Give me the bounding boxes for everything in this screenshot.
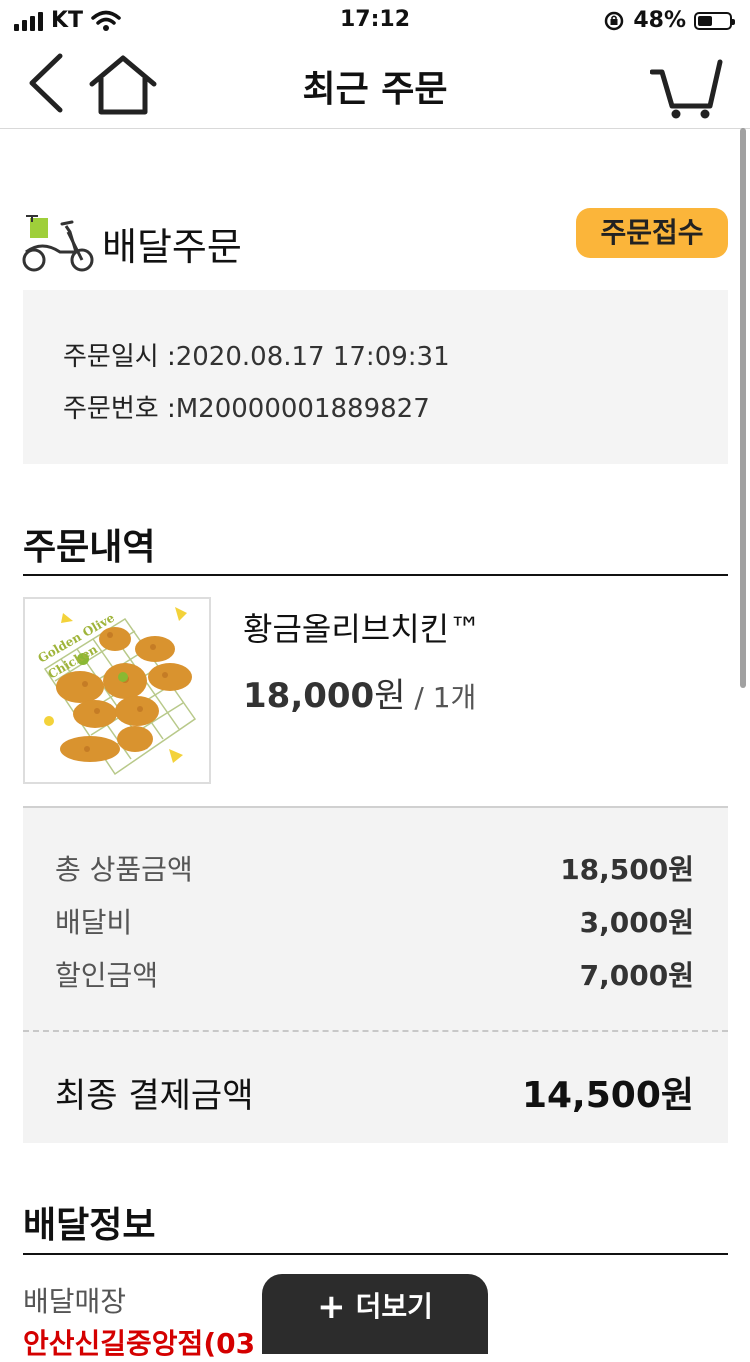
- battery-percent: 48%: [633, 8, 686, 33]
- product-price-unit: 원: [374, 676, 406, 716]
- order-type-row: 배달주문 주문접수: [22, 208, 728, 274]
- chicken-image: Golden Olive Chicken: [25, 599, 209, 782]
- dashed-divider: [23, 1030, 728, 1032]
- final-total-row: 최종 결제금액 14,500원: [55, 1066, 694, 1116]
- product-name: 황금올리브치킨™: [243, 610, 482, 648]
- total-row-delivery-fee: 배달비 3,000원: [55, 901, 694, 941]
- more-button-label: 더보기: [355, 1290, 433, 1323]
- app-header: 최근 주문: [0, 40, 750, 129]
- status-badge: 주문접수: [576, 208, 728, 258]
- cart-icon[interactable]: [650, 58, 726, 120]
- store-label: 배달매장: [23, 1285, 127, 1318]
- discount-value: 7,000원: [579, 959, 694, 992]
- battery-icon: [694, 11, 735, 30]
- final-total-label: 최종 결제금액: [55, 1076, 254, 1116]
- order-number-line: 주문번호 :M20000001889827: [63, 388, 430, 425]
- section-divider: [23, 1253, 728, 1255]
- order-datetime-line: 주문일시 :2020.08.17 17:09:31: [63, 336, 450, 373]
- subtotal-value: 18,500원: [560, 853, 694, 886]
- section-title-delivery: 배달정보: [23, 1205, 156, 1246]
- product-price: 18,000: [243, 676, 375, 716]
- discount-label: 할인금액: [55, 959, 159, 992]
- total-row-subtotal: 총 상품금액 18,500원: [55, 848, 694, 888]
- delivery-scooter-icon: [22, 215, 94, 272]
- scrollbar[interactable]: [740, 128, 746, 688]
- more-button[interactable]: + 더보기: [262, 1274, 488, 1354]
- delivery-fee-label: 배달비: [55, 906, 133, 939]
- order-datetime-value: 2020.08.17 17:09:31: [175, 342, 450, 372]
- product-price-line: 18,000원 / 1개: [243, 668, 476, 717]
- order-info-box: 주문일시 :2020.08.17 17:09:31 주문번호 :M2000000…: [23, 290, 728, 464]
- store-name: 안산신길중앙점(03: [23, 1327, 256, 1360]
- subtotal-label: 총 상품금액: [55, 853, 193, 886]
- section-divider: [23, 574, 728, 576]
- order-type-label: 배달주문: [102, 225, 242, 269]
- order-number-label: 주문번호 :: [63, 394, 176, 424]
- status-bar: KT 17:12 48%: [0, 0, 750, 40]
- page-title: 최근 주문: [302, 69, 448, 110]
- order-number-value: M20000001889827: [175, 394, 430, 424]
- total-row-discount: 할인금액 7,000원: [55, 954, 694, 994]
- plus-icon: +: [317, 1287, 346, 1327]
- delivery-fee-value: 3,000원: [579, 906, 694, 939]
- product-image[interactable]: Golden Olive Chicken: [23, 597, 211, 784]
- order-datetime-label: 주문일시 :: [63, 342, 176, 372]
- totals-box: 총 상품금액 18,500원 배달비 3,000원 할인금액 7,000원 최종…: [23, 808, 728, 1143]
- final-total-value: 14,500원: [521, 1075, 694, 1116]
- rotation-lock-icon: [605, 11, 624, 30]
- product-quantity: / 1개: [405, 681, 477, 714]
- section-title-items: 주문내역: [23, 527, 156, 568]
